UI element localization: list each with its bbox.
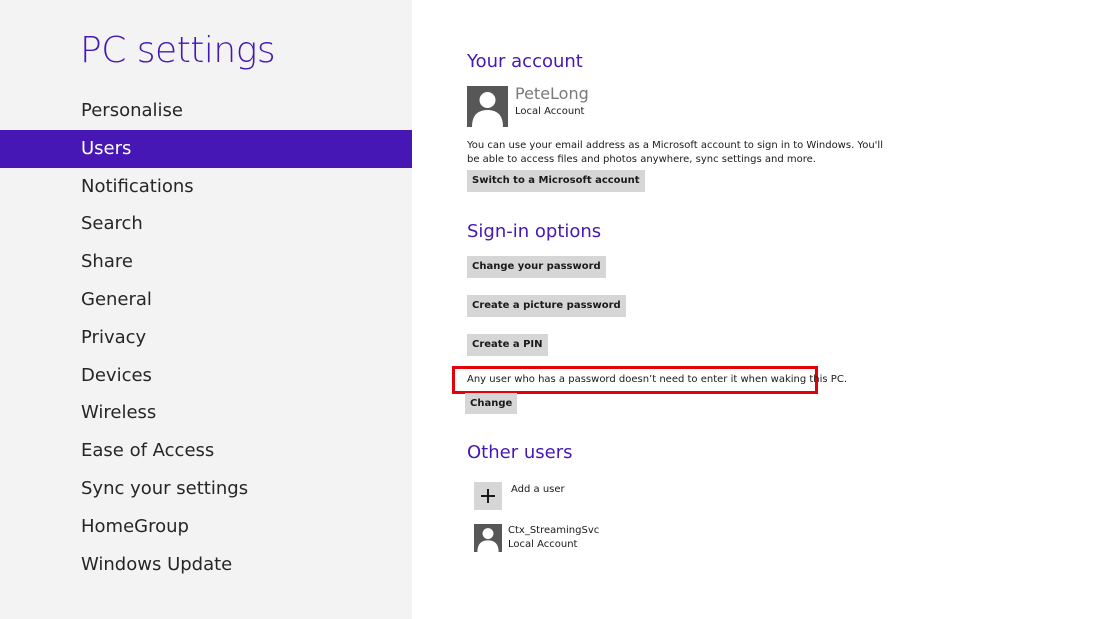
your-account-heading: Your account (467, 51, 583, 72)
app-title: PC settings (80, 30, 276, 71)
user-silhouette-icon (467, 86, 508, 127)
user-silhouette-svg (477, 528, 499, 552)
pc-settings-window: PC settings Personalise Users Notificati… (0, 0, 1100, 619)
change-button[interactable]: Change (465, 393, 518, 414)
sidebar-item-users[interactable]: Users (0, 129, 412, 168)
sidebar-item-search[interactable]: Search (0, 205, 412, 243)
change-password-button[interactable]: Change your password (467, 256, 606, 278)
account-user-name: PeteLong (515, 84, 589, 103)
sign-in-options-heading: Sign-in options (467, 221, 602, 242)
switch-to-microsoft-account-button[interactable]: Switch to a Microsoft account (467, 170, 645, 192)
user-silhouette-icon[interactable] (474, 524, 502, 552)
create-picture-password-button[interactable]: Create a picture password (467, 295, 626, 317)
wake-password-notice: Any user who has a password doesn’t need… (467, 374, 847, 385)
plus-icon[interactable] (474, 482, 502, 510)
add-user-label[interactable]: Add a user (511, 484, 565, 495)
sidebar-item-general[interactable]: General (0, 281, 412, 319)
sidebar-item-personalise[interactable]: Personalise (0, 92, 412, 130)
sidebar-item-notifications[interactable]: Notifications (0, 168, 412, 206)
main-content: Your account PeteLong Local Account You … (452, 0, 1067, 619)
sidebar: PC settings Personalise Users Notificati… (0, 0, 412, 619)
sidebar-nav: Personalise Users Notifications Search S… (0, 92, 412, 583)
sidebar-item-privacy[interactable]: Privacy (0, 319, 412, 357)
sidebar-item-share[interactable]: Share (0, 243, 412, 281)
other-user-account-type: Local Account (508, 539, 578, 550)
sidebar-item-wireless[interactable]: Wireless (0, 394, 412, 432)
other-user-name[interactable]: Ctx_StreamingSvc (508, 525, 599, 536)
create-pin-button[interactable]: Create a PIN (467, 334, 548, 356)
other-users-heading: Other users (467, 442, 573, 463)
account-type: Local Account (515, 106, 585, 117)
sidebar-item-windows-update[interactable]: Windows Update (0, 546, 412, 584)
sidebar-item-devices[interactable]: Devices (0, 357, 412, 395)
sidebar-item-homegroup[interactable]: HomeGroup (0, 508, 412, 546)
sidebar-item-sync-your-settings[interactable]: Sync your settings (0, 470, 412, 508)
user-silhouette-svg (472, 92, 503, 127)
plus-icon-vertical (487, 489, 489, 503)
sidebar-item-ease-of-access[interactable]: Ease of Access (0, 432, 412, 470)
account-description: You can use your email address as a Micr… (467, 140, 883, 165)
